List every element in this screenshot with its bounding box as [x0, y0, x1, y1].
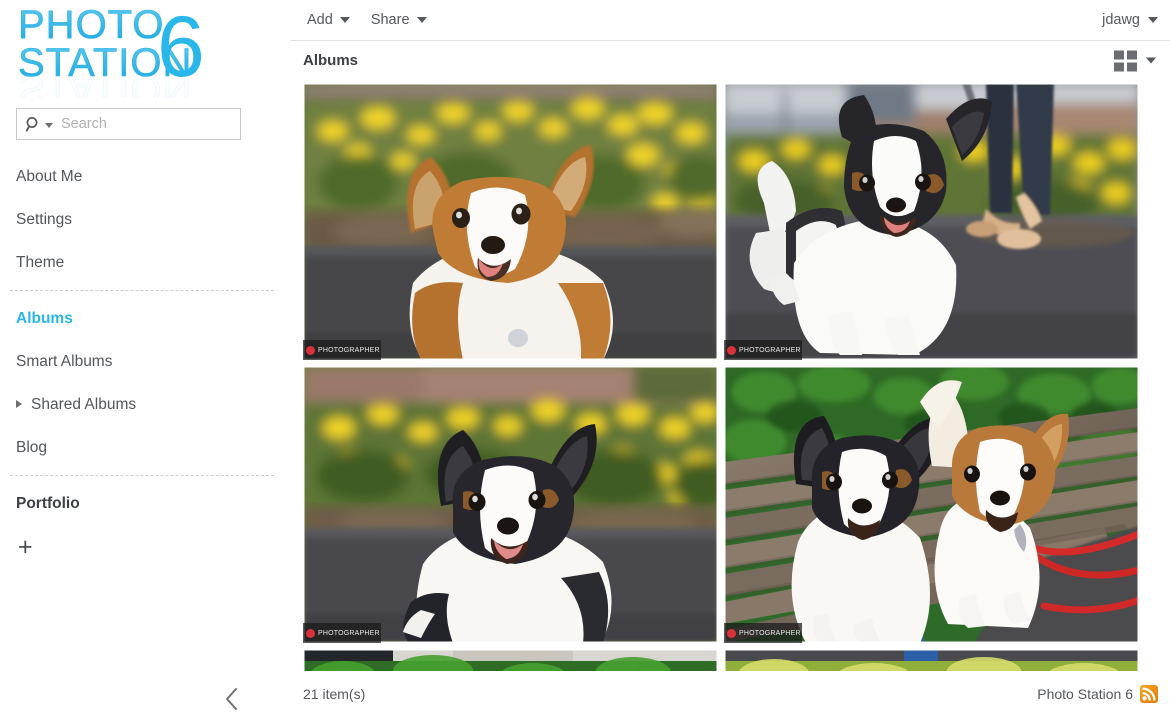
photo-1-image	[303, 83, 718, 360]
sidebar: PHOTO STATION 6 PHOTO STATION	[0, 0, 290, 717]
sidebar-divider	[10, 475, 274, 476]
sidebar-item-shared-albums[interactable]: Shared Albums	[0, 383, 290, 426]
paw-logo-icon	[306, 628, 315, 638]
sidebar-item-label: Blog	[16, 439, 48, 456]
photo-grid-row: PHOTOGRAPHER PHOTOGRAPHER	[303, 83, 1139, 360]
user-menu-label: jdawg	[1102, 12, 1140, 28]
sidebar-item-about-me[interactable]: About Me	[0, 155, 290, 198]
sidebar-item-blog[interactable]: Blog	[0, 426, 290, 469]
photo-station-app: PHOTO STATION 6 PHOTO STATION	[0, 0, 1170, 717]
photo-grid-row: PHOTOGRAPHER PHOTOGRAPHER	[303, 366, 1139, 643]
paw-logo-icon	[727, 628, 736, 638]
chevron-down-icon	[339, 17, 350, 23]
sidebar-item-label: About Me	[16, 168, 83, 185]
photo-thumbnail[interactable]: PHOTOGRAPHER	[724, 366, 1139, 643]
chevron-down-icon	[1148, 17, 1158, 23]
sub-toolbar: Albums	[290, 41, 1170, 80]
search-input[interactable]	[53, 110, 248, 138]
paw-logo-icon	[727, 345, 736, 355]
sidebar-item-label: Albums	[16, 310, 73, 327]
sidebar-item-label: Shared Albums	[31, 396, 137, 413]
photo-3-image	[303, 366, 718, 643]
rss-feed-icon[interactable]	[1140, 685, 1158, 703]
photo-thumbnail[interactable]	[724, 649, 1139, 671]
sidebar-item-label: Smart Albums	[16, 353, 113, 370]
sidebar-item-smart-albums[interactable]: Smart Albums	[0, 340, 290, 383]
grid-view-icon[interactable]	[1114, 50, 1137, 71]
sidebar-item-settings[interactable]: Settings	[0, 198, 290, 241]
paw-logo-icon	[306, 345, 315, 355]
photo-thumbnail[interactable]: PHOTOGRAPHER	[303, 83, 718, 360]
photo-thumbnail[interactable]	[303, 649, 718, 671]
watermark-text: PHOTOGRAPHER	[318, 629, 380, 637]
top-toolbar: Add Share jdawg	[290, 0, 1170, 41]
watermark-text: PHOTOGRAPHER	[739, 346, 801, 354]
item-count-label: 21 item(s)	[303, 686, 366, 702]
search-box[interactable]	[16, 108, 248, 140]
sidebar-item-albums[interactable]: Albums	[0, 297, 290, 340]
photo-6-image	[724, 649, 1139, 671]
add-menu-label: Add	[307, 12, 333, 28]
logo-graphic: PHOTO STATION 6 PHOTO STATION	[18, 2, 205, 98]
expand-triangle-icon[interactable]	[16, 399, 22, 408]
plus-icon: +	[18, 533, 33, 561]
photo-watermark: PHOTOGRAPHER	[724, 623, 802, 643]
photo-2-image	[724, 83, 1139, 360]
chevron-left-icon	[225, 688, 237, 710]
share-menu-button[interactable]: Share	[367, 9, 431, 31]
photo-thumbnail[interactable]: PHOTOGRAPHER	[303, 366, 718, 643]
user-menu-button[interactable]: jdawg	[1102, 12, 1158, 28]
sidebar-item-label: Theme	[16, 254, 65, 271]
share-menu-label: Share	[370, 12, 410, 28]
add-menu-button[interactable]: Add	[303, 9, 354, 31]
watermark-text: PHOTOGRAPHER	[318, 346, 380, 354]
photo-grid: PHOTOGRAPHER PHOTOGRAPHER PHOTOGRAPHER P…	[303, 83, 1139, 671]
footer-bar: 21 item(s) Photo Station 6	[290, 671, 1170, 717]
app-logo[interactable]: PHOTO STATION 6 PHOTO STATION	[12, 2, 242, 98]
photo-watermark: PHOTOGRAPHER	[303, 623, 381, 643]
add-portfolio-button[interactable]: +	[0, 525, 290, 569]
collapse-sidebar-button[interactable]	[212, 682, 252, 716]
search-icon	[17, 116, 42, 133]
photo-watermark: PHOTOGRAPHER	[303, 340, 381, 360]
sidebar-item-theme[interactable]: Theme	[0, 241, 290, 284]
photo-5-image	[303, 649, 718, 671]
page-title: Albums	[303, 52, 359, 69]
chevron-down-icon[interactable]	[1146, 57, 1156, 64]
main-content: Add Share jdawg Albums PHOTOGRAPHER PHOT…	[290, 0, 1170, 717]
photo-watermark: PHOTOGRAPHER	[724, 340, 802, 360]
footer-brand: Photo Station 6	[1037, 685, 1158, 703]
photo-thumbnail[interactable]: PHOTOGRAPHER	[724, 83, 1139, 360]
chevron-down-icon	[416, 17, 427, 23]
sidebar-divider	[10, 290, 274, 291]
view-mode-control[interactable]	[1114, 50, 1156, 71]
search-scope-caret-icon[interactable]	[45, 122, 53, 128]
photo-grid-row	[303, 649, 1139, 671]
watermark-text: PHOTOGRAPHER	[739, 629, 801, 637]
sidebar-section-portfolio[interactable]: Portfolio	[0, 482, 290, 525]
sidebar-item-label: Portfolio	[16, 495, 80, 512]
sidebar-item-label: Settings	[16, 211, 73, 228]
sidebar-nav: About Me Settings Theme Albums Smart Alb…	[0, 155, 290, 569]
footer-brand-label: Photo Station 6	[1037, 686, 1133, 702]
photo-4-image	[724, 366, 1139, 643]
